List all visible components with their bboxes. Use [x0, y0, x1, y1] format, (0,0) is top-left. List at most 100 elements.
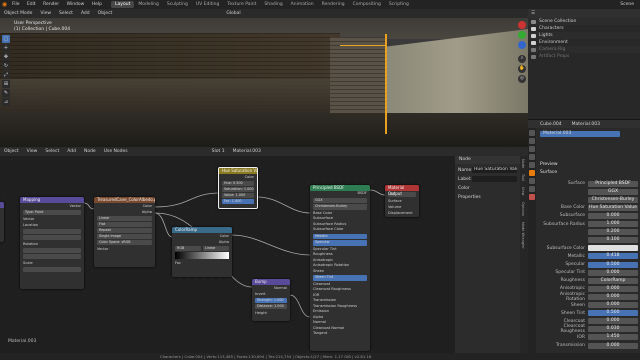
- output-tab-icon[interactable]: [529, 146, 535, 152]
- node-field[interactable]: Fac: 1.000: [222, 199, 254, 204]
- node-mapping[interactable]: Mapping Vector Type: Point Vector Locati…: [20, 197, 84, 289]
- world-tab-icon[interactable]: [529, 162, 535, 168]
- annotate-tool-icon[interactable]: ✎: [2, 89, 10, 97]
- property-value[interactable]: 0.000: [588, 302, 638, 308]
- tab-uv-editing[interactable]: UV Editing: [192, 1, 223, 8]
- node-field[interactable]: Value: 1.000: [222, 193, 254, 198]
- node-colorramp[interactable]: ColorRamp Color Alpha RGB Linear Fac: [172, 227, 232, 277]
- node-field[interactable]: Color Space: sRGB: [97, 240, 152, 245]
- property-value[interactable]: 0.000: [588, 212, 638, 219]
- menu-render[interactable]: Render: [43, 2, 59, 7]
- viewport-menu-view[interactable]: View: [40, 11, 51, 16]
- node-field[interactable]: All: [388, 192, 416, 197]
- tab-compositing[interactable]: Compositing: [349, 1, 385, 8]
- scene-selector[interactable]: Scene: [620, 2, 634, 7]
- tab-texture-paint[interactable]: Texture Paint: [223, 1, 260, 8]
- bsdf-input[interactable]: GGX: [313, 197, 367, 203]
- sidebar-tab-view[interactable]: View: [520, 184, 526, 199]
- outliner-item[interactable]: Characters: [528, 25, 640, 32]
- viewport-menu-select[interactable]: Select: [59, 11, 73, 16]
- render-tab-icon[interactable]: [529, 138, 535, 144]
- tab-scripting[interactable]: Scripting: [385, 1, 413, 8]
- pan-icon[interactable]: ✋: [518, 65, 526, 73]
- tab-layout[interactable]: Layout: [111, 1, 135, 8]
- node-field[interactable]: Type: Point: [23, 210, 81, 215]
- node-field[interactable]: Distance: 1.000: [255, 304, 287, 309]
- menu-edit[interactable]: Edit: [27, 2, 36, 7]
- property-value[interactable]: 0.418: [588, 253, 638, 260]
- tab-sculpting[interactable]: Sculpting: [163, 1, 192, 8]
- outliner-item[interactable]: Environment: [528, 39, 640, 46]
- node-hue-saturation-value[interactable]: Hue Saturation Value Color Hue: 0.500 Sa…: [218, 167, 258, 209]
- bsdf-input[interactable]: Specular: [313, 240, 367, 246]
- property-value[interactable]: 0.000: [588, 285, 638, 292]
- node-field[interactable]: [23, 235, 81, 240]
- orientation-selector[interactable]: Global: [226, 11, 240, 16]
- property-value[interactable]: 0.000: [588, 269, 638, 276]
- modifier-tab-icon[interactable]: [529, 178, 535, 184]
- shader-node-editor[interactable]: Object View Select Add Node Use Nodes Sl…: [0, 147, 528, 353]
- tool-tab-icon[interactable]: [529, 130, 535, 136]
- sidebar-tab-tool[interactable]: Tool: [520, 171, 526, 184]
- viewport-menu-add[interactable]: Add: [81, 11, 90, 16]
- axis-x-icon[interactable]: [518, 21, 526, 29]
- node-field[interactable]: Saturation: 1.000: [222, 187, 254, 192]
- bsdf-input[interactable]: Christensen-Burley: [313, 204, 367, 210]
- node-image-texture[interactable]: TreasuredCave_ColorAlbedo.png Color Alph…: [94, 197, 155, 267]
- property-value[interactable]: Principled BSDF: [588, 180, 638, 187]
- axis-z-icon[interactable]: [518, 41, 526, 49]
- color-ramp-gradient[interactable]: [175, 252, 229, 259]
- node-field[interactable]: Linear: [203, 246, 229, 251]
- tab-modeling[interactable]: Modeling: [134, 1, 162, 8]
- rotate-tool-icon[interactable]: ↻: [2, 62, 10, 70]
- node-name-input[interactable]: Hue Saturation Value: [472, 167, 517, 173]
- cursor-tool-icon[interactable]: +: [2, 44, 10, 52]
- move-tool-icon[interactable]: ✥: [2, 53, 10, 61]
- node-field[interactable]: [23, 254, 81, 259]
- preview-section[interactable]: Preview: [540, 161, 640, 168]
- properties-section[interactable]: Properties: [458, 195, 517, 200]
- node-field[interactable]: [23, 267, 81, 272]
- physics-tab-icon[interactable]: [529, 186, 535, 192]
- node-field[interactable]: Linear: [97, 216, 152, 221]
- node-material-output[interactable]: Material Output All Surface Volume Displ…: [385, 185, 419, 217]
- sidebar-tab-node-wrangler[interactable]: Node Wrangler: [520, 219, 526, 252]
- color-section[interactable]: Color: [458, 186, 517, 191]
- property-value[interactable]: 1.450: [588, 334, 638, 341]
- measure-tool-icon[interactable]: ⊿: [2, 98, 10, 106]
- property-value[interactable]: 0.200: [588, 229, 638, 236]
- outliner-item[interactable]: Lights: [528, 32, 640, 39]
- material-slot[interactable]: Material.003: [540, 131, 620, 137]
- scale-tool-icon[interactable]: ⤢: [2, 71, 10, 79]
- node-bump[interactable]: Bump Normal Invert Strength: 1.000 Dista…: [252, 279, 290, 321]
- node-principled-bsdf[interactable]: Principled BSDF BSDF GGX Christensen-Burle…: [310, 185, 370, 351]
- mode-selector[interactable]: Object Mode: [4, 11, 32, 16]
- material-tab-icon[interactable]: [529, 194, 535, 200]
- node-field[interactable]: [23, 248, 81, 253]
- property-value[interactable]: 0.100: [588, 237, 638, 244]
- property-value[interactable]: 1.000: [588, 221, 638, 227]
- menu-window[interactable]: Window: [67, 2, 85, 7]
- transform-tool-icon[interactable]: ⊞: [2, 80, 10, 88]
- node-field[interactable]: Single Image: [97, 234, 152, 239]
- property-value[interactable]: 0.030: [588, 326, 638, 333]
- node-field[interactable]: Repeat: [97, 228, 152, 233]
- axis-y-icon[interactable]: [518, 31, 526, 39]
- surface-section[interactable]: Surface: [540, 169, 640, 176]
- outliner-item[interactable]: Artifact Props: [528, 53, 640, 60]
- tab-animation[interactable]: Animation: [287, 1, 318, 8]
- menu-help[interactable]: Help: [92, 2, 102, 7]
- select-tool-icon[interactable]: ▢: [2, 35, 10, 43]
- node-offscreen[interactable]: [0, 202, 4, 242]
- node-field[interactable]: [23, 229, 81, 234]
- sidebar-tab-options[interactable]: Options: [520, 199, 526, 219]
- bsdf-input[interactable]: Metallic: [313, 233, 367, 239]
- property-value[interactable]: ColorRamp: [588, 277, 638, 284]
- property-value[interactable]: GGX: [588, 188, 638, 195]
- property-value[interactable]: 0.500: [588, 310, 638, 317]
- zoom-icon[interactable]: ⌕: [518, 55, 526, 63]
- property-value[interactable]: 0.000: [588, 318, 638, 325]
- property-value[interactable]: [588, 245, 638, 252]
- property-value[interactable]: Christensen-Burley: [588, 196, 638, 203]
- blender-logo-icon[interactable]: ◉: [0, 0, 9, 9]
